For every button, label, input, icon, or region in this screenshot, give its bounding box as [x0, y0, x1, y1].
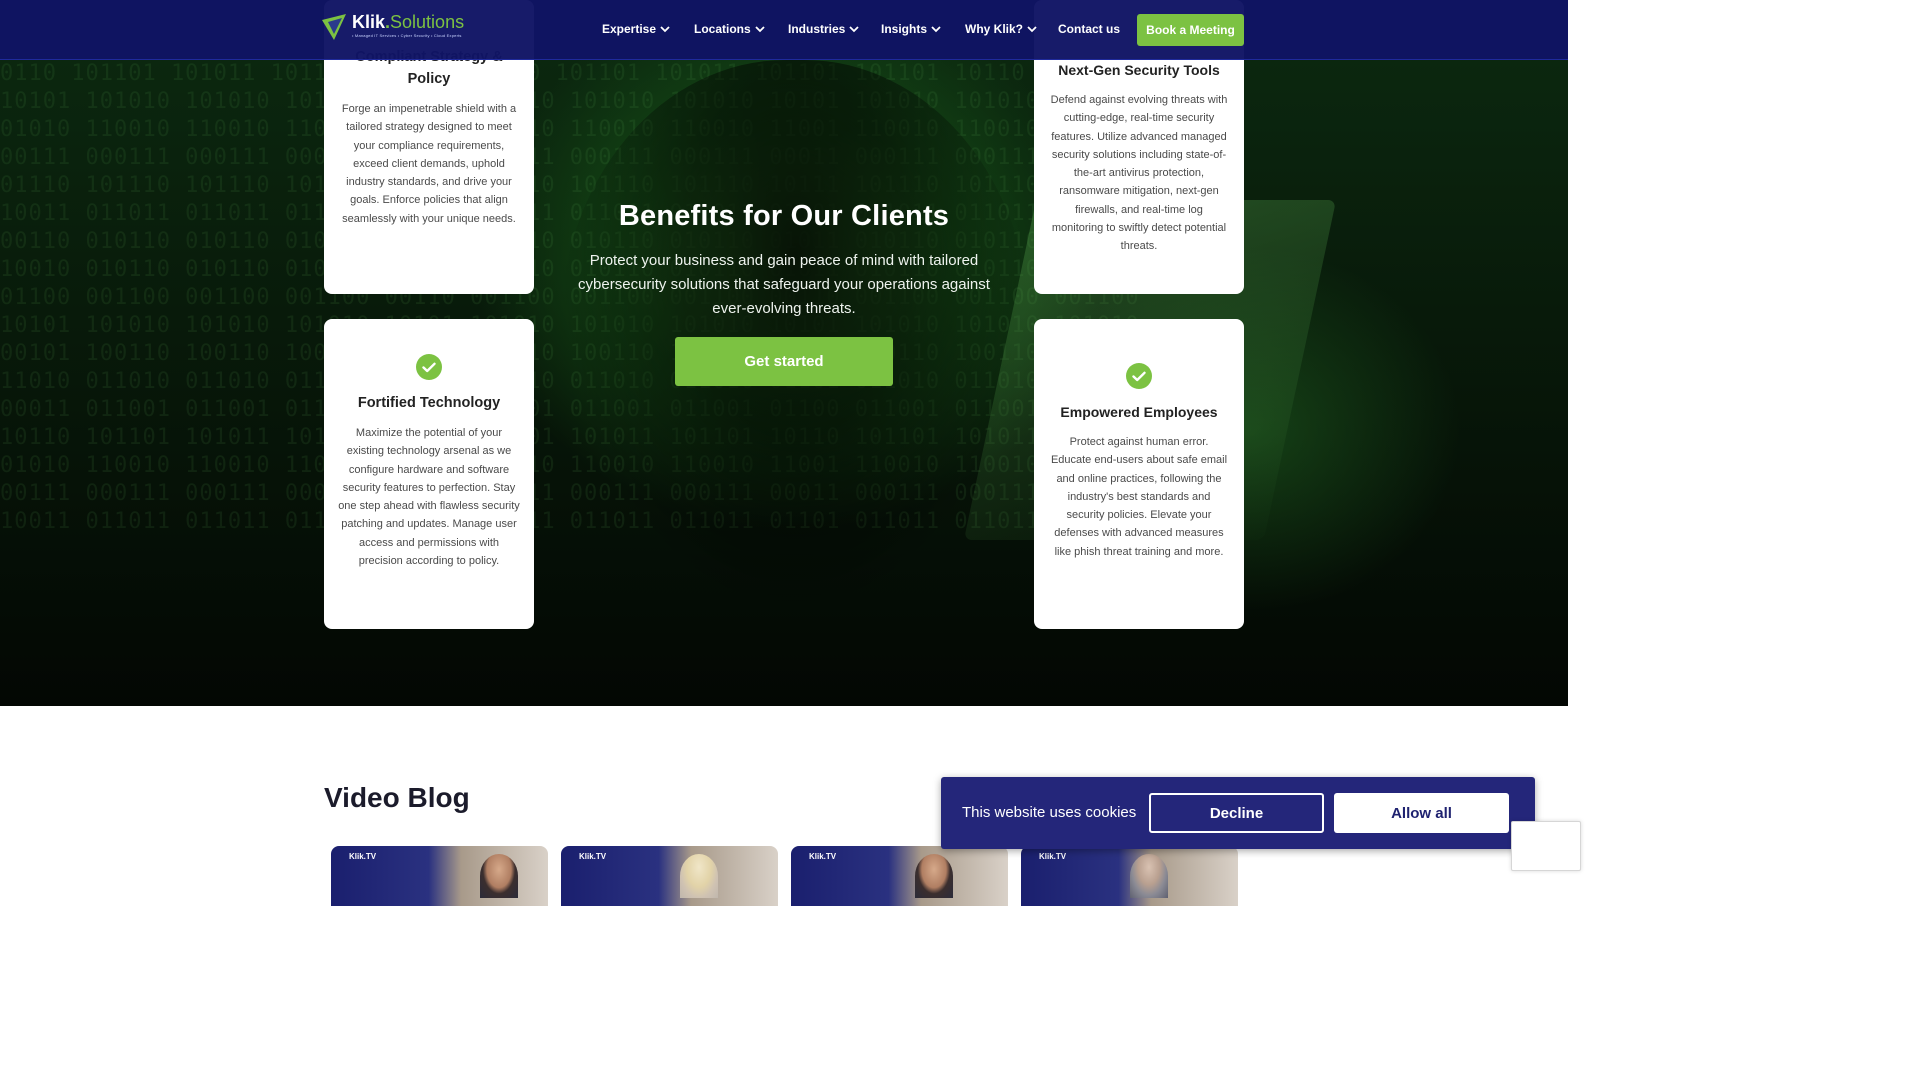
- check-circle-icon: [1126, 363, 1152, 389]
- chevron-down-icon: [1027, 25, 1037, 32]
- card-title: Empowered Employees: [1060, 404, 1218, 420]
- video-blog-title: Video Blog: [324, 782, 470, 813]
- presenter-image: [680, 854, 718, 898]
- presenter-image: [480, 854, 518, 898]
- get-started-button[interactable]: Get started: [675, 337, 893, 386]
- benefits-hero: 0110 101101 101011 101101 101101 10110 1…: [0, 0, 1568, 706]
- card-text: Protect against human error. Educate end…: [1050, 436, 1228, 558]
- chevron-down-icon: [755, 25, 765, 32]
- nav-item-expertise[interactable]: Expertise: [602, 22, 670, 36]
- top-nav: Klik.Solutions • Managed IT Services • C…: [0, 0, 1568, 60]
- thumbnail-label: Klik.TV: [809, 852, 837, 861]
- presenter-image: [1130, 854, 1168, 898]
- card-title: Next-Gen Security Tools: [1058, 62, 1220, 78]
- card-text: Maximize the potential of your existing …: [338, 427, 520, 568]
- chevron-down-icon: [849, 25, 859, 32]
- thumbnail-label: Klik.TV: [349, 852, 377, 861]
- recaptcha-badge[interactable]: [1511, 821, 1581, 871]
- site-logo[interactable]: Klik.Solutions • Managed IT Services • C…: [320, 12, 464, 42]
- decline-cookies-button[interactable]: Decline: [1149, 793, 1324, 833]
- nav-item-industries[interactable]: Industries: [788, 22, 859, 36]
- hero-subtitle: Protect your business and gain peace of …: [578, 252, 990, 317]
- hero-title: Benefits for Our Clients: [618, 200, 950, 232]
- nav-item-why-klik[interactable]: Why Klik?: [965, 22, 1037, 36]
- klik-logo-icon: [322, 14, 346, 40]
- benefit-card-empowered-employees: Empowered Employees Protect against huma…: [1034, 319, 1244, 629]
- video-thumbnail[interactable]: Klik.TV: [791, 846, 1008, 906]
- thumbnail-label: Klik.TV: [1039, 852, 1067, 861]
- video-thumbnail[interactable]: Klik.TV: [331, 846, 548, 906]
- allow-all-cookies-button[interactable]: Allow all: [1334, 793, 1509, 833]
- card-text: Defend against evolving threats with cut…: [1050, 94, 1228, 253]
- video-thumbnail[interactable]: Klik.TV: [561, 846, 778, 906]
- chevron-down-icon: [931, 25, 941, 32]
- check-circle-icon: [416, 354, 442, 380]
- presenter-image: [915, 854, 953, 898]
- nav-item-locations[interactable]: Locations: [694, 22, 765, 36]
- video-thumbnail[interactable]: Klik.TV: [1021, 846, 1238, 906]
- nav-item-insights[interactable]: Insights: [881, 22, 941, 36]
- logo-tagline: • Managed IT Services • Cyber Security •…: [352, 33, 462, 38]
- cookie-banner: This website uses cookies Decline Allow …: [941, 777, 1535, 849]
- chevron-down-icon: [660, 25, 670, 32]
- benefit-card-fortified-technology: Fortified Technology Maximize the potent…: [324, 319, 534, 629]
- cookie-message: This website uses cookies: [962, 804, 1137, 821]
- thumbnail-label: Klik.TV: [579, 852, 607, 861]
- card-title: Fortified Technology: [357, 395, 501, 411]
- nav-item-contact-us[interactable]: Contact us: [1058, 22, 1120, 36]
- logo-wordmark: Klik.Solutions: [352, 12, 465, 32]
- book-meeting-button[interactable]: Book a Meeting: [1137, 14, 1244, 46]
- hero-content: Benefits for Our Clients Protect your bu…: [560, 200, 1008, 386]
- card-text: Forge an impenetrable shield with a tail…: [341, 103, 517, 225]
